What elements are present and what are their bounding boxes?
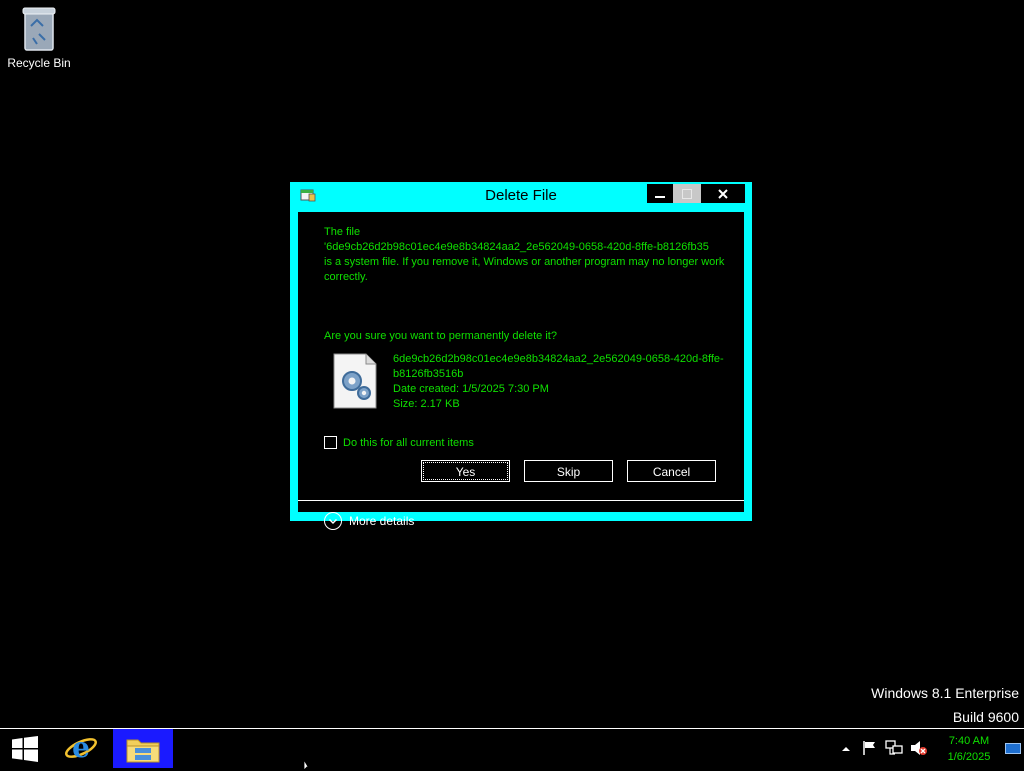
show-desktop-icon[interactable] (1005, 743, 1021, 754)
minimize-icon (655, 195, 665, 198)
clock-time: 7:40 AM (948, 735, 990, 747)
taskbar: e 7:40 AM 1/6/2025 (0, 728, 1024, 768)
message-filename: '6de9cb26d2b98c01ec4e9e8b34824aa2_2e5620… (324, 241, 709, 253)
cancel-button[interactable]: Cancel (627, 460, 716, 482)
file-size: Size: 2.17 KB (393, 398, 460, 410)
apply-to-all-label[interactable]: Do this for all current items (343, 437, 474, 449)
file-name: 6de9cb26d2b98c01ec4e9e8b34824aa2_2e56204… (393, 353, 724, 380)
delete-file-dialog: Delete File The file '6de9cb26d2b98c01ec… (290, 182, 752, 530)
recycle-bin-label: Recycle Bin (7, 56, 71, 70)
chevron-down-icon[interactable] (324, 512, 342, 530)
apply-to-all-row[interactable]: Do this for all current items (324, 436, 474, 449)
windows-logo-icon (12, 736, 38, 762)
skip-button[interactable]: Skip (524, 460, 613, 482)
show-hidden-icons-icon[interactable] (840, 744, 852, 754)
mouse-cursor-icon (303, 759, 311, 771)
system-file-icon (333, 353, 377, 409)
internet-explorer-icon: e (65, 731, 97, 764)
minimize-button[interactable] (647, 184, 673, 203)
close-icon (718, 188, 728, 199)
maximize-icon (682, 188, 692, 199)
dialog-titlebar[interactable]: Delete File (290, 182, 752, 210)
clock-date: 1/6/2025 (947, 751, 991, 763)
close-button[interactable] (701, 184, 745, 203)
taskbar-clock[interactable]: 7:40 AM 1/6/2025 (935, 733, 1003, 765)
message-line-1: The file (324, 226, 361, 238)
footer-divider (298, 500, 744, 501)
more-details-label[interactable]: More details (349, 514, 414, 528)
volume-muted-icon[interactable] (910, 740, 928, 756)
file-date-created: Date created: 1/5/2025 7:30 PM (393, 383, 549, 395)
action-center-flag-icon[interactable] (862, 740, 878, 756)
maximize-button (673, 184, 701, 203)
file-explorer-taskbar-button[interactable] (113, 729, 173, 768)
edition-watermark: Windows 8.1 Enterprise (871, 685, 1019, 701)
warning-message: The file '6de9cb26d2b98c01ec4e9e8b34824a… (324, 225, 729, 285)
start-button[interactable] (0, 729, 50, 768)
more-details-toggle[interactable]: More details (324, 512, 414, 530)
internet-explorer-taskbar-button[interactable]: e (52, 729, 110, 768)
network-icon[interactable] (885, 740, 903, 756)
recycle-bin-desktop-icon[interactable]: Recycle Bin (4, 6, 74, 70)
build-watermark: Build 9600 (952, 709, 1019, 725)
apply-to-all-checkbox[interactable] (324, 436, 337, 449)
yes-button[interactable]: Yes (421, 460, 510, 482)
file-details: 6de9cb26d2b98c01ec4e9e8b34824aa2_2e56204… (393, 352, 728, 412)
message-warning: is a system file. If you remove it, Wind… (324, 256, 725, 283)
confirm-question: Are you sure you want to permanently del… (324, 330, 557, 342)
dialog-body: The file '6de9cb26d2b98c01ec4e9e8b34824a… (298, 212, 744, 530)
file-explorer-icon (126, 739, 160, 763)
recycle-bin-icon (22, 7, 56, 51)
svg-text:e: e (72, 731, 90, 764)
